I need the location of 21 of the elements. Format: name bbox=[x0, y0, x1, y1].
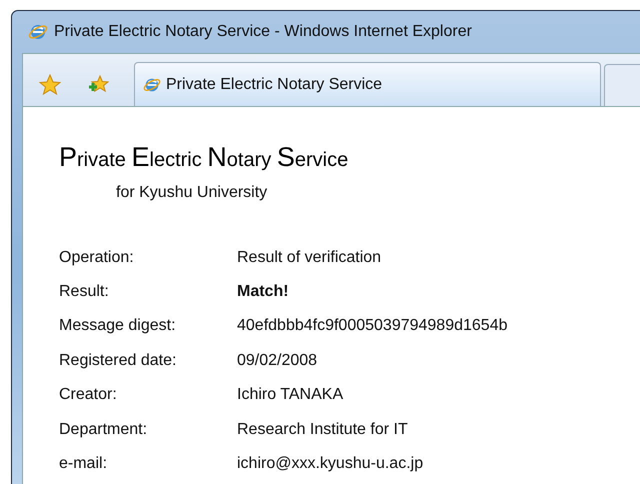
page-subtitle: for Kyushu University bbox=[116, 182, 268, 202]
favorites-star-icon[interactable] bbox=[39, 74, 61, 96]
field-value: Match! bbox=[237, 282, 289, 302]
browser-logo-icon bbox=[143, 76, 161, 94]
page-heading: Private Electric Notary Service bbox=[59, 141, 350, 174]
field-value: Ichiro TANAKA bbox=[237, 385, 344, 406]
field-label: e-mail: bbox=[59, 454, 108, 474]
field-value: Result of verification bbox=[237, 248, 382, 268]
field-label: Operation: bbox=[59, 248, 135, 268]
field-value: Research Institute for IT bbox=[237, 420, 408, 440]
field-value: 09/02/2008 bbox=[237, 350, 318, 371]
field-label: Result: bbox=[59, 282, 110, 302]
field-value: 40efdbbb4fc9f0005039794989d1654b bbox=[237, 316, 508, 336]
field-value: ichiro@xxx.kyushu-u.ac.jp bbox=[237, 454, 424, 474]
field-label: Department: bbox=[59, 420, 148, 440]
window-title: Private Electric Notary Service - Windows Internet Explorer bbox=[54, 22, 472, 42]
field-label: Creator: bbox=[59, 385, 118, 406]
browser-tab[interactable]: Private Electric Notary Service bbox=[134, 62, 601, 106]
field-label: Message digest: bbox=[59, 316, 177, 336]
field-label: Registered date: bbox=[59, 350, 178, 371]
browser-logo-icon bbox=[28, 22, 48, 42]
